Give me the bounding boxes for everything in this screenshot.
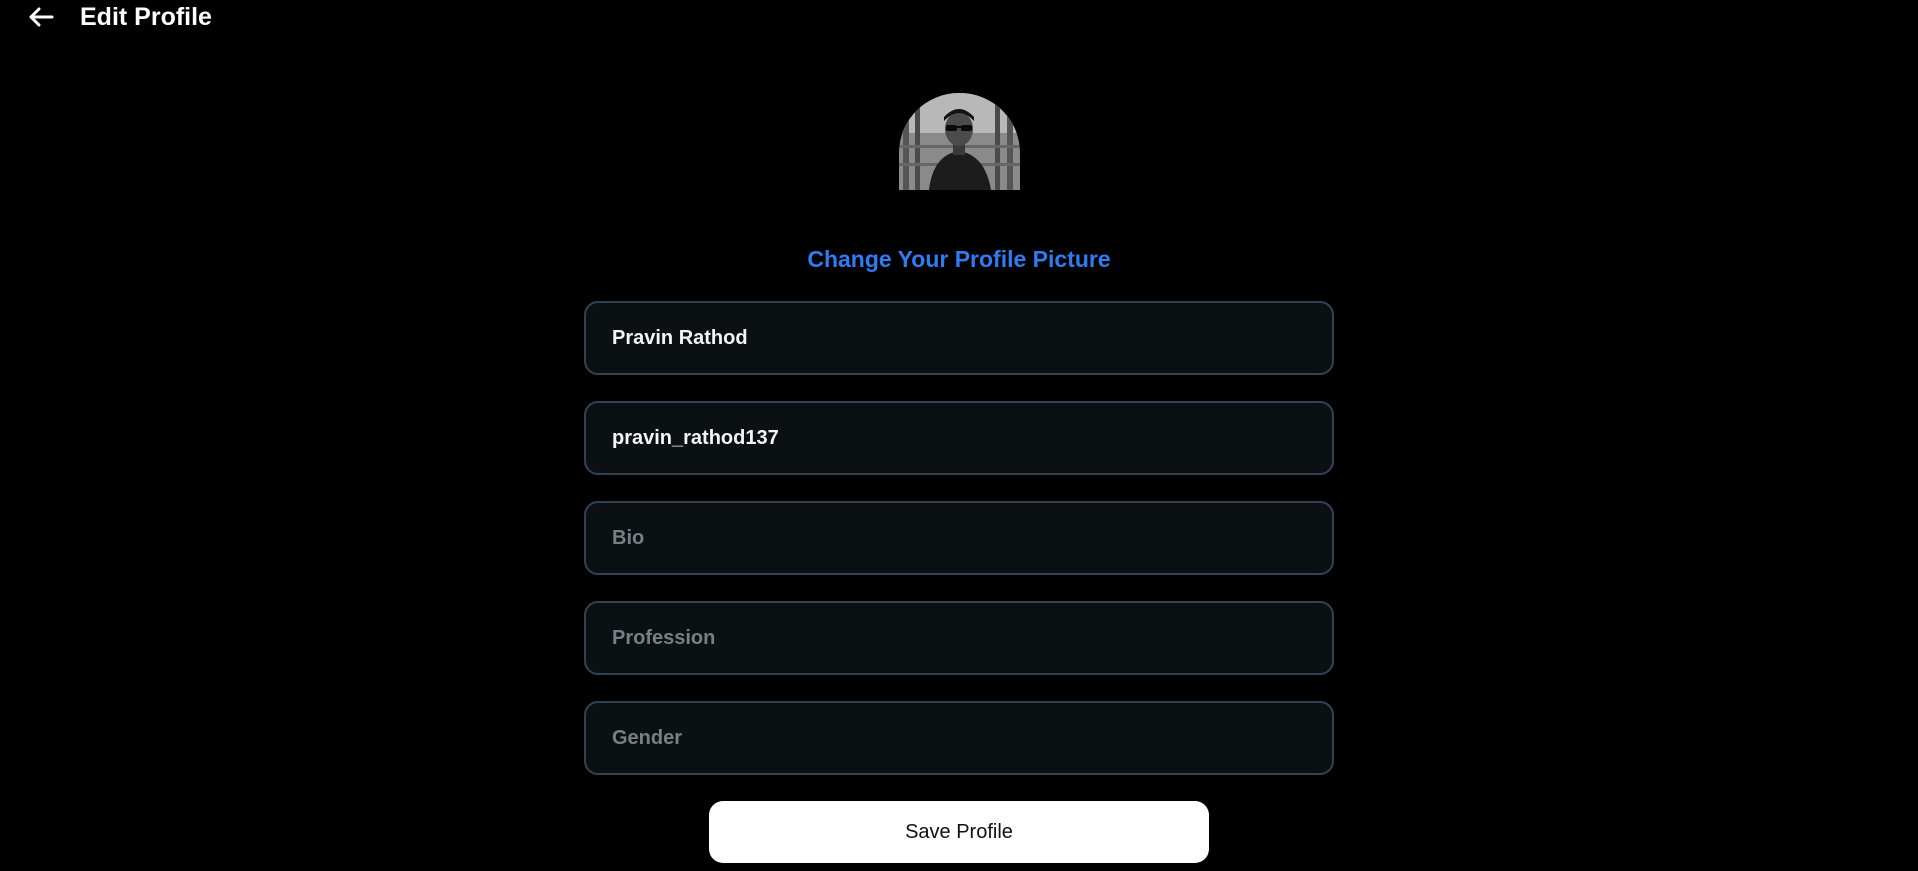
profession-input[interactable] (584, 601, 1334, 675)
save-profile-button[interactable]: Save Profile (709, 801, 1209, 863)
name-input[interactable] (584, 301, 1334, 375)
page-title: Edit Profile (80, 3, 212, 31)
avatar[interactable] (899, 93, 1020, 190)
profile-photo (899, 93, 1020, 190)
back-button[interactable] (24, 2, 58, 32)
arrow-left-icon (29, 7, 54, 27)
bio-input[interactable] (584, 501, 1334, 575)
username-input[interactable] (584, 401, 1334, 475)
change-profile-picture-link[interactable]: Change Your Profile Picture (0, 245, 1918, 273)
gender-input[interactable] (584, 701, 1334, 775)
